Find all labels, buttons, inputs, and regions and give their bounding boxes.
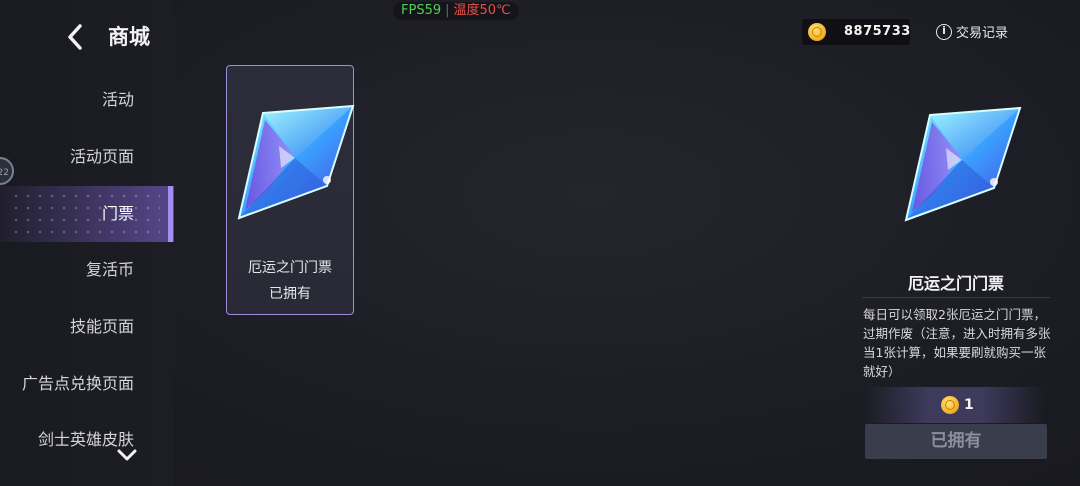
item-status: 已拥有 bbox=[269, 286, 311, 302]
gold-coin-icon bbox=[808, 23, 826, 41]
item-card[interactable]: 厄运之门门票 已拥有 bbox=[226, 65, 355, 315]
currency-amount: 8875733 bbox=[844, 24, 911, 39]
temperature-readout: 温度50℃ bbox=[453, 3, 511, 18]
sidebar-item-skills-page[interactable]: 技能页面 bbox=[70, 307, 134, 347]
trade-record-label: 交易记录 bbox=[956, 26, 1009, 41]
owned-button[interactable]: 已拥有 bbox=[865, 424, 1047, 459]
gold-coin-icon bbox=[941, 396, 959, 414]
sidebar-active-indicator bbox=[168, 186, 173, 242]
page-title: 商城 bbox=[108, 25, 150, 49]
back-arrow-icon[interactable] bbox=[64, 22, 86, 52]
fps-readout: FPS59 bbox=[401, 3, 442, 18]
detail-divider bbox=[862, 297, 1050, 298]
sidebar-active-pattern bbox=[10, 190, 160, 238]
currency-display: 8875733 bbox=[802, 19, 910, 45]
detail-title: 厄运之门门票 bbox=[907, 274, 1004, 293]
trade-record-button[interactable]: 交易记录 bbox=[936, 21, 1008, 43]
sidebar-item-activity[interactable]: 活动 bbox=[102, 80, 134, 120]
sidebar-item-revive-coin[interactable]: 复活币 bbox=[86, 250, 134, 290]
info-icon bbox=[936, 23, 952, 40]
performance-overlay: FPS59 | 温度50℃ bbox=[393, 2, 519, 20]
detail-description: 每日可以领取2张厄运之门门票，过期作废（注意，进入时拥有多张当1张计算，如果要刷… bbox=[863, 307, 1051, 379]
sidebar-item-activity-page[interactable]: 活动页面 bbox=[70, 137, 134, 177]
sidebar: 商城 活动 活动页面 门票 复活币 技能页面 广告点兑换页面 剑士英雄皮肤 bbox=[0, 0, 174, 486]
price-value: 1 bbox=[964, 397, 974, 413]
hud-separator: | bbox=[445, 3, 450, 18]
chevron-down-icon[interactable] bbox=[116, 448, 138, 462]
sidebar-item-tickets[interactable]: 门票 bbox=[102, 194, 134, 234]
blue-crystal-ticket-icon bbox=[237, 104, 355, 220]
blue-crystal-ticket-icon bbox=[904, 106, 1022, 222]
item-name: 厄运之门门票 bbox=[248, 260, 332, 276]
sidebar-item-ad-points-exchange[interactable]: 广告点兑换页面 bbox=[22, 364, 134, 404]
